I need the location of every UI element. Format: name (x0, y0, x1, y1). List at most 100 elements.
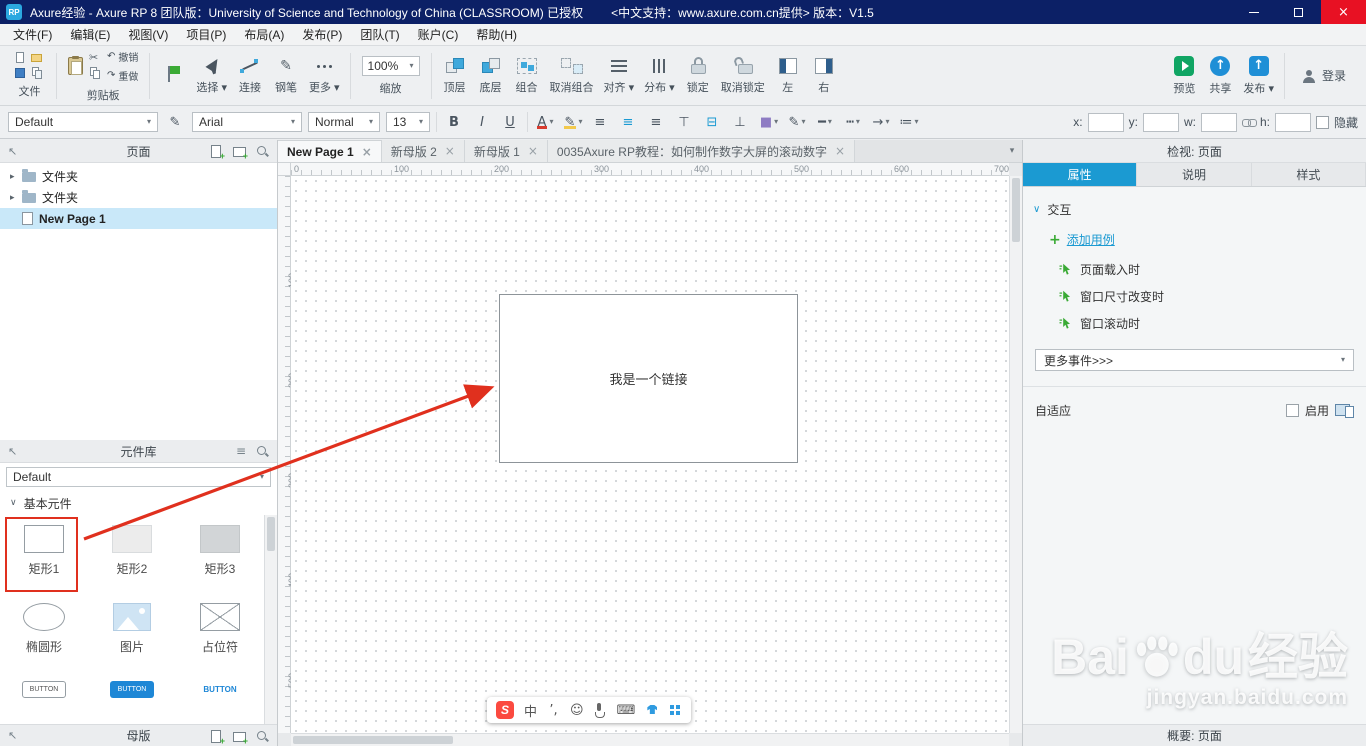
valign-bottom-button[interactable]: ⊥ (730, 111, 752, 133)
widget-image[interactable]: 图片 (88, 593, 176, 671)
search-pages-icon[interactable] (255, 144, 269, 158)
ungroup-button[interactable]: 取消组合 (545, 54, 599, 98)
ime-skin-icon[interactable] (645, 702, 659, 718)
basic-widgets-section-header[interactable]: ∨ 基本元件 (0, 491, 277, 515)
unlock-button[interactable]: 取消锁定 (716, 54, 770, 98)
y-position-input[interactable] (1142, 112, 1179, 132)
preview-button[interactable]: 预览 (1166, 53, 1202, 99)
format-painter-button[interactable]: ✎ (164, 111, 186, 133)
menu-publish[interactable]: 发布(P) (293, 24, 351, 45)
link-dimensions-icon[interactable] (1241, 118, 1257, 127)
menu-account[interactable]: 账户(C) (409, 24, 468, 45)
tab-close-icon[interactable]: × (835, 145, 845, 157)
publish-button[interactable]: 发布 ▾ (1238, 53, 1279, 99)
align-right-button[interactable]: ≡ (646, 111, 668, 133)
inspector-tab-notes[interactable]: 说明 (1137, 163, 1252, 186)
font-color-button[interactable]: A ▾ (534, 111, 556, 133)
bring-to-front-button[interactable]: 顶层 (437, 54, 473, 98)
search-widgets-icon[interactable] (255, 444, 269, 458)
enable-adaptive-checkbox[interactable] (1285, 404, 1299, 417)
add-page-icon[interactable] (209, 144, 225, 161)
copy-icon[interactable] (89, 67, 101, 79)
collapse-panel-icon[interactable]: ↖ (8, 145, 17, 158)
pen-tool-button[interactable]: ✎ 钢笔 (268, 54, 304, 98)
widget-grid-scrollbar[interactable] (264, 515, 277, 724)
menu-project[interactable]: 项目(P) (177, 24, 235, 45)
open-file-icon[interactable] (31, 52, 43, 64)
align-center-button[interactable]: ≡ (618, 111, 640, 133)
distribute-button[interactable]: 分布 ▾ (639, 54, 680, 98)
menu-help[interactable]: 帮助(H) (467, 24, 526, 45)
ime-chinese-mode-icon[interactable]: 中 (524, 702, 537, 720)
close-button[interactable]: × (1321, 0, 1366, 24)
design-canvas[interactable]: 我是一个链接 S 中 ’, ☺ ⌨ (291, 176, 1009, 733)
add-folder-icon[interactable] (232, 144, 248, 161)
select-mode-button[interactable]: 选择 ▾ (191, 54, 232, 98)
valign-middle-button[interactable]: ⊟ (702, 111, 724, 133)
search-masters-icon[interactable] (255, 729, 269, 743)
maximize-button[interactable] (1276, 0, 1321, 24)
highlight-button[interactable]: ✎ ▾ (562, 111, 584, 133)
interactions-section-header[interactable]: ∨ 交互 (1033, 201, 1356, 218)
widget-ellipse[interactable]: 椭圆形 (0, 593, 88, 671)
collapse-panel-icon[interactable]: ↖ (8, 729, 17, 742)
widget-link-button[interactable]: BUTTON (176, 671, 264, 724)
library-menu-icon[interactable]: ≡ (236, 444, 246, 458)
add-master-icon[interactable] (209, 729, 225, 746)
tab-0035-tutorial[interactable]: 0035Axure RP教程：如何制作数字大屏的滚动数字 × (547, 140, 856, 162)
toggle-left-panel-button[interactable]: 左 (770, 54, 806, 98)
sogou-logo-icon[interactable]: S (496, 701, 514, 719)
border-color-button[interactable]: ✎ ▾ (786, 111, 808, 133)
add-case-link[interactable]: + 添加用例 (1049, 231, 1366, 248)
menu-file[interactable]: 文件(F) (4, 24, 61, 45)
widget-rect3[interactable]: 矩形3 (176, 515, 264, 593)
menu-edit[interactable]: 编辑(E) (61, 24, 119, 45)
bold-button[interactable]: B (443, 111, 465, 133)
page-item-new-page-1[interactable]: New Page 1 (0, 208, 277, 229)
inspector-tab-properties[interactable]: 属性 (1023, 163, 1138, 186)
tab-close-icon[interactable]: × (362, 146, 372, 158)
rectangle-widget[interactable]: 我是一个链接 (499, 294, 798, 463)
add-master-folder-icon[interactable] (232, 729, 248, 746)
redo-button[interactable]: ↷ 重做 (107, 68, 138, 83)
ime-mic-icon[interactable] (594, 702, 607, 718)
ime-toolbox-icon[interactable] (669, 702, 682, 718)
font-size-select[interactable]: 13 ▾ (386, 112, 430, 132)
lock-button[interactable]: 锁定 (680, 54, 716, 98)
width-input[interactable] (1200, 112, 1237, 132)
expand-arrow-icon[interactable]: ▸ (10, 193, 22, 203)
menu-layout[interactable]: 布局(A) (235, 24, 293, 45)
tab-close-icon[interactable]: × (528, 145, 538, 157)
more-events-select[interactable]: 更多事件>>> ▾ (1035, 349, 1354, 371)
group-button[interactable]: 组合 (509, 54, 545, 98)
send-to-back-button[interactable]: 底层 (473, 54, 509, 98)
font-family-select[interactable]: Arial ▾ (192, 112, 302, 132)
ime-punctuation-icon[interactable]: ’, (547, 702, 560, 718)
font-weight-select[interactable]: Normal ▾ (308, 112, 380, 132)
border-width-button[interactable]: ━ ▾ (814, 111, 836, 133)
tab-new-master-2[interactable]: 新母版 2 × (381, 140, 465, 162)
more-tools-button[interactable]: 更多 ▾ (304, 54, 345, 98)
valign-top-button[interactable]: ⊤ (674, 111, 696, 133)
expand-arrow-icon[interactable]: ▸ (10, 172, 22, 182)
align-button[interactable]: 对齐 ▾ (599, 54, 640, 98)
tab-new-page-1[interactable]: New Page 1 × (278, 140, 382, 162)
canvas-vertical-scrollbar[interactable] (1009, 176, 1022, 733)
paste-icon[interactable] (68, 55, 83, 75)
tab-list-dropdown[interactable]: ▾ (1002, 140, 1022, 162)
tab-new-master-1[interactable]: 新母版 1 × (464, 140, 548, 162)
align-left-button[interactable]: ≡ (590, 111, 612, 133)
connect-mode-button[interactable]: 连接 (232, 54, 268, 98)
cut-icon[interactable]: ✂ (89, 52, 101, 63)
inspector-tab-style[interactable]: 样式 (1252, 163, 1366, 186)
page-item-folder-2[interactable]: ▸ 文件夹 (0, 187, 277, 208)
style-preset-select[interactable]: Default ▾ (8, 112, 158, 132)
page-item-folder-1[interactable]: ▸ 文件夹 (0, 166, 277, 187)
undo-button[interactable]: ↶ 撤销 (107, 49, 138, 64)
hidden-checkbox[interactable] (1315, 115, 1329, 129)
event-page-load[interactable]: 页面载入时 (1059, 261, 1366, 278)
widget-rect1[interactable]: 矩形1 (0, 515, 88, 593)
fill-color-button[interactable]: ■ ▾ (758, 111, 780, 133)
import-icon[interactable] (31, 67, 43, 79)
height-input[interactable] (1274, 112, 1311, 132)
